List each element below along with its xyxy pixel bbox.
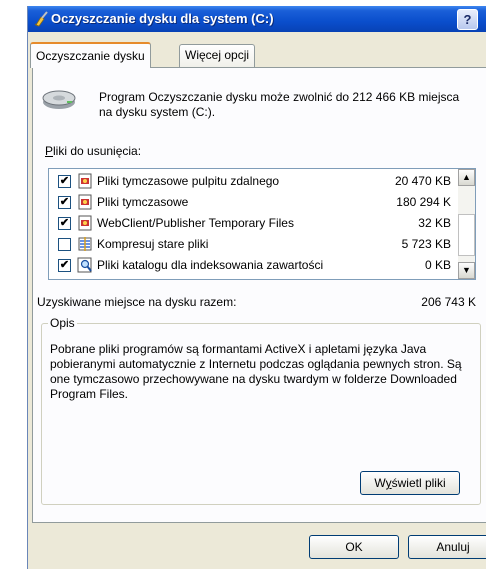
- scroll-up-button[interactable]: ▲: [458, 169, 475, 186]
- checkbox[interactable]: ✔: [58, 259, 71, 272]
- description-text: Pobrane pliki programów są formantami Ac…: [50, 342, 462, 401]
- file-size: 0 KB: [424, 258, 451, 272]
- checkbox[interactable]: ✔: [58, 217, 71, 230]
- window-title: Oczyszczanie dysku dla system (C:): [51, 11, 274, 26]
- file-name: Pliki katalogu dla indeksowania zawartoś…: [97, 258, 324, 272]
- scroll-down-button[interactable]: ▼: [458, 262, 475, 279]
- file-size: 180 294 K: [396, 195, 451, 209]
- file-name: Kompresuj stare pliki: [97, 237, 209, 251]
- list-scrollbar[interactable]: ▲ ▼: [458, 169, 475, 279]
- broom-icon: [34, 11, 48, 27]
- file-size: 20 470 KB: [394, 174, 451, 188]
- view-files-button[interactable]: Wyświetl pliki: [360, 471, 460, 495]
- checkbox[interactable]: ✔: [58, 196, 71, 209]
- scroll-thumb[interactable]: [458, 214, 475, 256]
- hard-disk-icon: [42, 90, 76, 109]
- description-legend: Opis: [48, 316, 77, 330]
- summary-text: Program Oczyszczanie dysku może zwolnić …: [99, 90, 460, 119]
- tab-more-options[interactable]: Więcej opcji: [179, 44, 256, 67]
- list-item[interactable]: ✔ WebClient/Publisher Temporary Files 32…: [49, 213, 453, 233]
- total-space-label: Uzyskiwane miejsce na dysku razem:: [37, 295, 237, 309]
- list-item[interactable]: ✔ Pliki tymczasowe 180 294 K: [49, 192, 453, 212]
- description-group: Opis Pobrane pliki programów są formanta…: [41, 316, 481, 505]
- file-icon: [78, 173, 92, 189]
- file-name: WebClient/Publisher Temporary Files: [97, 216, 294, 230]
- files-list[interactable]: ✔ Pliki tymczasowe pulpitu zdalnego 20 4…: [48, 168, 476, 280]
- file-size: 5 723 KB: [401, 237, 451, 251]
- file-name: Pliki tymczasowe pulpitu zdalnego: [97, 174, 280, 188]
- checkbox[interactable]: [58, 238, 71, 251]
- disk-cleanup-window: Oczyszczanie dysku dla system (C:) ? Ocz…: [27, 6, 486, 569]
- cancel-button[interactable]: Anuluj: [408, 535, 486, 559]
- title-bar[interactable]: Oczyszczanie dysku dla system (C:) ?: [28, 6, 486, 32]
- file-size: 32 KB: [418, 216, 451, 230]
- arrow-down-icon: ▼: [462, 265, 471, 275]
- compress-icon: [78, 237, 92, 251]
- help-button[interactable]: ?: [457, 9, 478, 30]
- arrow-up-icon: ▲: [462, 172, 471, 182]
- list-item[interactable]: ✔ Pliki katalogu dla indeksowania zawart…: [49, 255, 453, 275]
- tab-panel: Program Oczyszczanie dysku może zwolnić …: [32, 67, 486, 523]
- files-to-delete-label: Pliki do usunięcia:: [45, 144, 142, 158]
- file-name: Pliki tymczasowe: [97, 195, 189, 209]
- ok-button[interactable]: OK: [309, 535, 399, 559]
- catalog-search-icon: [77, 257, 92, 273]
- list-item[interactable]: ✔ Pliki tymczasowe pulpitu zdalnego 20 4…: [49, 171, 453, 191]
- tab-disk-cleanup[interactable]: Oczyszczanie dysku: [30, 42, 151, 68]
- file-icon: [78, 215, 92, 231]
- total-space-value: 206 743 K: [421, 295, 476, 309]
- checkbox[interactable]: ✔: [58, 175, 71, 188]
- file-icon: [78, 194, 92, 210]
- list-item[interactable]: Kompresuj stare pliki 5 723 KB: [49, 234, 453, 254]
